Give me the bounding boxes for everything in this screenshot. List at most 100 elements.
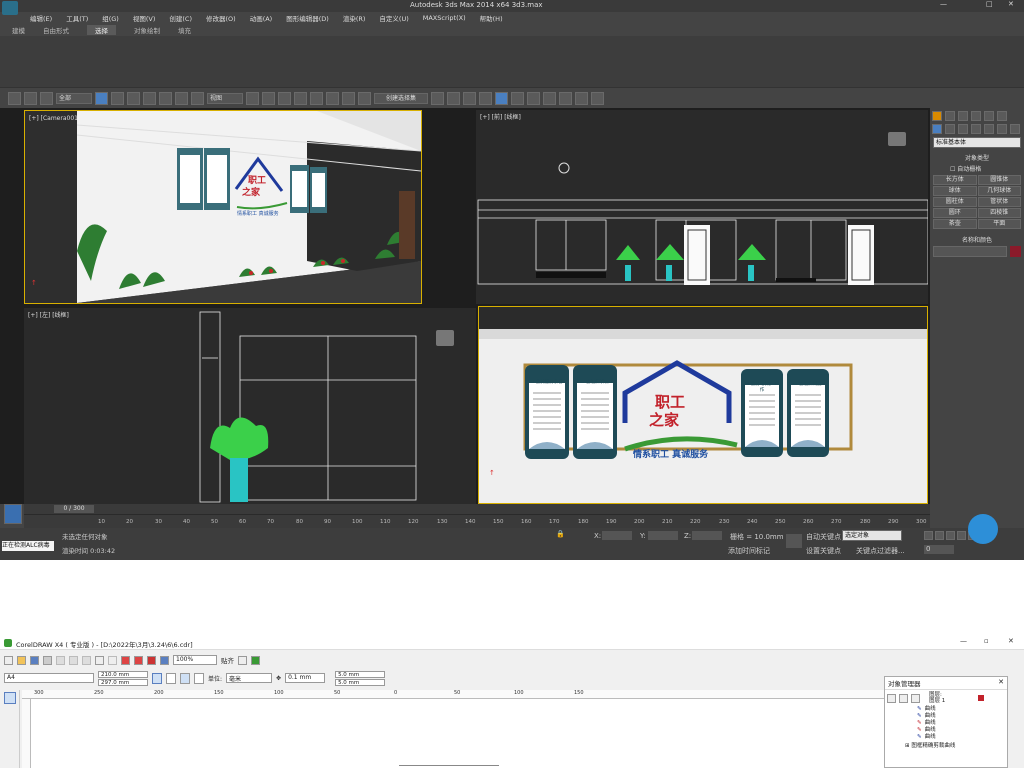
paper-width-field[interactable]: 210.0 mm — [98, 670, 148, 678]
utilities-tab-icon[interactable] — [997, 111, 1007, 121]
drawing-canvas[interactable] — [31, 699, 884, 768]
reference-coord-dropdown[interactable]: 视图 — [207, 92, 243, 104]
menu-item[interactable]: 修改器(O) — [206, 13, 236, 23]
menu-item[interactable]: 图形编辑器(D) — [286, 13, 329, 23]
menu-item[interactable]: 视图(V) — [133, 13, 156, 23]
nudge-field[interactable]: 0.1 mm — [285, 673, 326, 683]
display-tab-icon[interactable] — [984, 111, 994, 121]
autokey-button[interactable]: 自动关键点 — [806, 532, 841, 542]
landscape-icon[interactable] — [166, 672, 176, 684]
viewport-layout-icon[interactable] — [4, 504, 22, 524]
cameras-icon[interactable] — [971, 124, 981, 134]
helpers-icon[interactable] — [984, 124, 994, 134]
time-slider-handle[interactable]: 0 / 300 — [54, 505, 94, 513]
graphite-icon[interactable] — [479, 91, 492, 105]
duplicate-y-field[interactable]: 5.0 mm — [335, 678, 386, 686]
group-row[interactable]: ⊞ 图框精确剪裁曲线 — [885, 741, 1007, 749]
rollout-name-color[interactable]: 名称和颜色 — [930, 235, 1024, 244]
prev-frame-icon[interactable] — [935, 531, 944, 540]
lock-selection-icon[interactable]: 🔒 — [556, 530, 565, 538]
angle-snap-icon[interactable] — [310, 91, 323, 105]
snap-dropdown[interactable]: 贴齐 — [221, 655, 234, 665]
teapot-render-icon[interactable] — [591, 91, 604, 105]
select-object-icon[interactable] — [95, 91, 108, 105]
rendered-frame-icon[interactable] — [559, 91, 572, 105]
selection-filter-dropdown[interactable]: 全部 — [56, 92, 92, 104]
primitive-button[interactable]: 茶壶 — [933, 219, 977, 229]
maximize-icon[interactable]: □ — [986, 0, 993, 8]
rect-selection-icon[interactable] — [127, 91, 140, 105]
snap-toggle-icon[interactable] — [294, 91, 307, 105]
new-icon[interactable] — [4, 655, 13, 665]
primitive-button[interactable]: 四棱锥 — [977, 208, 1021, 218]
hierarchy-tab-icon[interactable] — [958, 111, 968, 121]
systems-icon[interactable] — [1010, 124, 1020, 134]
manipulate-icon[interactable] — [262, 91, 275, 105]
modify-tab-icon[interactable] — [945, 111, 955, 121]
current-frame-field[interactable]: 0 — [924, 545, 954, 554]
mirror-icon[interactable] — [431, 91, 444, 105]
window-crossing-icon[interactable] — [143, 91, 156, 105]
edit-named-sel-icon[interactable] — [358, 91, 371, 105]
render-icon[interactable] — [575, 91, 588, 105]
primitive-type-dropdown[interactable]: 标准基本体 — [933, 137, 1021, 148]
shapes-icon[interactable] — [945, 124, 955, 134]
motion-tab-icon[interactable] — [971, 111, 981, 121]
edit-across-layers-icon[interactable] — [899, 693, 908, 703]
object-row[interactable]: ✎ 曲线 — [917, 720, 1007, 727]
pick-tool-icon[interactable] — [4, 692, 16, 704]
render-setup-icon[interactable] — [543, 91, 556, 105]
primitive-button[interactable]: 圆锥体 — [977, 175, 1021, 185]
primitive-button[interactable]: 圆环 — [933, 208, 977, 218]
viewport-front[interactable]: [+] [前] [线框] — [476, 110, 928, 304]
unlink-icon[interactable] — [24, 91, 37, 105]
track-bar[interactable]: 10 20 30 40 50 60 70 80 90 100 110 120 130 140 150 160 1… — [24, 514, 930, 528]
paste-icon[interactable] — [82, 655, 91, 665]
portrait-icon[interactable] — [152, 672, 162, 684]
paper-height-field[interactable]: 297.0 mm — [98, 678, 148, 686]
zoom-dropdown[interactable]: 100% — [173, 655, 217, 665]
save-icon[interactable] — [30, 655, 39, 665]
menu-item[interactable]: 创建(C) — [169, 13, 192, 23]
copy-icon[interactable] — [69, 655, 78, 665]
play-icon[interactable] — [946, 531, 955, 540]
named-selection-dropdown[interactable]: 创建选择集 — [374, 92, 428, 104]
maximize-icon[interactable]: ▫ — [984, 637, 989, 645]
menu-item[interactable]: 渲染(R) — [343, 13, 366, 23]
print-icon[interactable] — [43, 655, 52, 665]
welcome-icon[interactable] — [160, 655, 169, 665]
menu-item[interactable]: 编辑(E) — [30, 13, 52, 23]
material-editor-icon[interactable] — [527, 91, 540, 105]
select-by-name-icon[interactable] — [111, 91, 124, 105]
primitive-button[interactable]: 几何球体 — [977, 186, 1021, 196]
export-icon[interactable] — [134, 655, 143, 665]
pivot-center-icon[interactable] — [246, 91, 259, 105]
current-page-icon[interactable] — [194, 672, 204, 684]
object-name-field[interactable] — [933, 246, 1007, 257]
layer-manager-view-icon[interactable] — [911, 693, 920, 703]
bind-spacewarp-icon[interactable] — [40, 91, 53, 105]
corel-online-icon[interactable] — [251, 655, 260, 665]
lights-icon[interactable] — [958, 124, 968, 134]
ribbon-tab[interactable]: 填充 — [178, 25, 191, 35]
app-icon[interactable] — [2, 1, 18, 15]
show-properties-icon[interactable] — [887, 693, 896, 703]
menu-item[interactable]: 自定义(U) — [379, 13, 408, 23]
menu-item[interactable]: 组(G) — [102, 13, 119, 23]
cut-icon[interactable] — [56, 655, 65, 665]
import-icon[interactable] — [121, 655, 130, 665]
autogrid-checkbox[interactable]: ☐ 自动栅格 — [950, 164, 1024, 173]
rotate-icon[interactable] — [175, 91, 188, 105]
docker-close-icon[interactable]: ✕ — [998, 678, 1004, 688]
crop-tool-icon[interactable] — [5, 720, 15, 730]
scale-icon[interactable] — [191, 91, 204, 105]
percent-snap-icon[interactable] — [326, 91, 339, 105]
keyboard-shortcut-icon[interactable] — [278, 91, 291, 105]
object-color-swatch[interactable] — [1010, 246, 1021, 257]
primitive-button[interactable]: 球体 — [933, 186, 977, 196]
options-icon[interactable] — [238, 655, 247, 665]
select-link-icon[interactable] — [8, 91, 21, 105]
viewport-perspective[interactable]: 工会员服务宗旨 工会组织职权 工会劳动保护工作 工会组织制度 职工 之家 情系职… — [478, 306, 928, 504]
spinner-snap-icon[interactable] — [342, 91, 355, 105]
open-icon[interactable] — [17, 655, 26, 665]
